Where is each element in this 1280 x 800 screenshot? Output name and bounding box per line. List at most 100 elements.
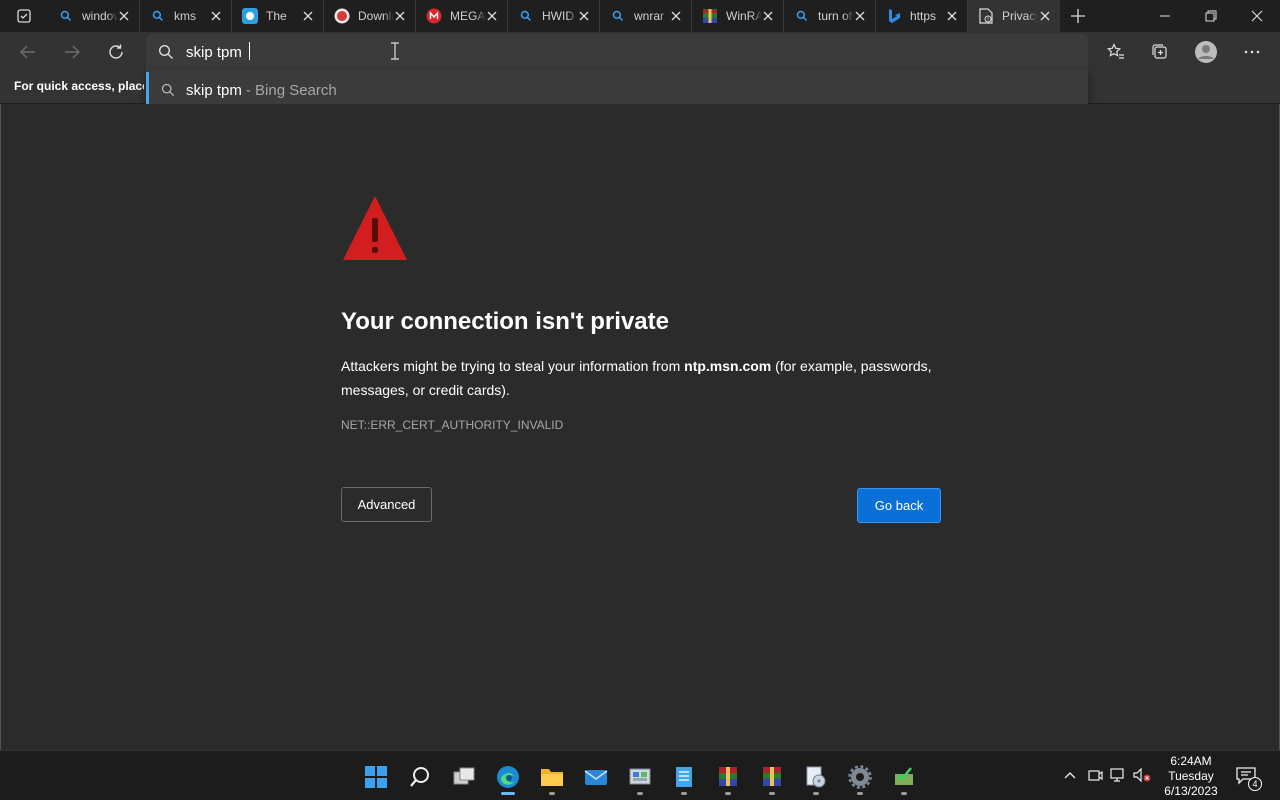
restore-button[interactable] <box>1188 0 1234 32</box>
taskbar-notepad[interactable] <box>664 759 704 795</box>
taskbar-search-button[interactable] <box>400 759 440 795</box>
tab-2[interactable]: The <box>232 0 324 32</box>
tray-device-icon[interactable] <box>1085 765 1105 785</box>
settings-more-button[interactable] <box>1236 36 1268 68</box>
go-back-button[interactable]: Go back <box>857 488 941 523</box>
refresh-button[interactable] <box>100 36 132 68</box>
tab-title: windows <box>82 9 118 23</box>
taskbar-mail[interactable] <box>576 759 616 795</box>
address-input[interactable] <box>186 43 786 61</box>
tab-8[interactable]: turn off <box>784 0 876 32</box>
page-icon <box>978 8 994 24</box>
close-tab-icon[interactable] <box>485 9 499 23</box>
close-window-button[interactable] <box>1234 0 1280 32</box>
arrow-right-icon <box>65 45 80 59</box>
settings-gear-icon <box>848 765 872 789</box>
close-tab-icon[interactable] <box>301 9 315 23</box>
tab-actions-icon <box>17 9 31 23</box>
taskbar-app-7[interactable] <box>620 759 660 795</box>
tab-1[interactable]: kms <box>140 0 232 32</box>
tab-strip: windows kms The Download MEGA HWID wnrar WinRA… <box>0 0 1280 32</box>
close-tab-icon[interactable] <box>853 9 867 23</box>
tab-7[interactable]: WinRAR <box>692 0 784 32</box>
arrow-left-icon <box>20 45 35 59</box>
edge-icon <box>497 766 519 788</box>
page-title: Your connection isn't private <box>341 308 669 335</box>
tab-0[interactable]: windows <box>48 0 140 32</box>
error-code: NET::ERR_CERT_AUTHORITY_INVALID <box>341 418 564 432</box>
taskbar-file-explorer[interactable] <box>532 759 572 795</box>
tab-title: kms <box>174 9 196 23</box>
tab-actions-button[interactable] <box>0 0 48 32</box>
download-site-icon <box>334 8 350 24</box>
search-icon <box>794 8 810 24</box>
tab-3[interactable]: Download <box>324 0 416 32</box>
task-view-icon <box>453 767 475 785</box>
tray-network-icon[interactable] <box>1108 765 1128 785</box>
taskbar-winrar-1[interactable] <box>708 759 748 795</box>
suggestion-source: - Bing Search <box>245 81 337 99</box>
tab-title: Privacy error <box>1002 9 1038 23</box>
taskbar-disc-app[interactable] <box>796 759 836 795</box>
network-icon <box>1110 768 1124 782</box>
tab-4[interactable]: MEGA <box>416 0 508 32</box>
app-check-icon <box>895 767 913 785</box>
close-tab-icon[interactable] <box>669 9 683 23</box>
warning-triangle-icon <box>343 196 407 260</box>
host-name: ntp.msn.com <box>684 358 772 374</box>
search-icon <box>146 44 186 60</box>
taskbar: 6:24AM Tuesday 6/13/2023 4 <box>0 750 1280 800</box>
close-tab-icon[interactable] <box>945 9 959 23</box>
back-button[interactable] <box>12 36 44 68</box>
taskbar-winrar-2[interactable] <box>752 759 792 795</box>
minimize-button[interactable] <box>1142 0 1188 32</box>
taskbar-app-12[interactable] <box>884 759 924 795</box>
tab-9[interactable]: https <box>876 0 968 32</box>
search-icon <box>518 8 534 24</box>
start-button[interactable] <box>356 759 396 795</box>
tab-title: https <box>910 9 937 23</box>
tab-5[interactable]: HWID <box>508 0 600 32</box>
page-content: Your connection isn't private Attackers … <box>0 104 1280 750</box>
address-bar[interactable] <box>146 34 1088 70</box>
search-icon <box>58 8 74 24</box>
close-tab-icon[interactable] <box>209 9 223 23</box>
tab-10[interactable]: Privacy error <box>968 0 1060 32</box>
notepad-icon <box>676 767 692 787</box>
collections-button[interactable] <box>1144 36 1176 68</box>
clock-date: 6/13/2023 <box>1164 784 1218 798</box>
advanced-button[interactable]: Advanced <box>341 487 432 522</box>
search-icon <box>410 767 429 787</box>
system-clock[interactable]: 6:24AM Tuesday 6/13/2023 <box>1156 754 1226 799</box>
windows-start-icon <box>365 766 387 788</box>
close-tab-icon[interactable] <box>117 9 131 23</box>
mega-icon <box>426 8 442 24</box>
control-panel-icon <box>629 768 651 785</box>
taskbar-edge[interactable] <box>488 759 528 795</box>
taskbar-settings[interactable] <box>840 759 880 795</box>
suggestion-item[interactable]: skip tpm - Bing Search <box>146 72 1088 108</box>
show-hidden-icons-button[interactable] <box>1060 765 1080 785</box>
close-tab-icon[interactable] <box>393 9 407 23</box>
search-icon <box>610 8 626 24</box>
disc-image-icon <box>806 766 826 788</box>
favorites-button[interactable] <box>1100 36 1132 68</box>
tab-title: WinRAR <box>726 9 762 23</box>
tray-volume-icon[interactable] <box>1132 765 1152 785</box>
winrar-icon <box>719 767 737 786</box>
tab-6[interactable]: wnrar <box>600 0 692 32</box>
close-tab-icon[interactable] <box>1038 9 1052 23</box>
forward-button[interactable] <box>56 36 88 68</box>
winrar-icon <box>763 767 781 786</box>
chevron-up-icon <box>1064 772 1076 779</box>
task-view-button[interactable] <box>444 759 484 795</box>
close-tab-icon[interactable] <box>761 9 775 23</box>
new-tab-button[interactable] <box>1060 0 1096 32</box>
tab-title: MEGA <box>450 9 486 23</box>
profile-button[interactable] <box>1190 36 1222 68</box>
volume-muted-icon <box>1133 767 1151 783</box>
clock-day: Tuesday <box>1168 769 1214 783</box>
search-icon <box>150 8 166 24</box>
bing-icon <box>886 8 902 24</box>
close-tab-icon[interactable] <box>577 9 591 23</box>
